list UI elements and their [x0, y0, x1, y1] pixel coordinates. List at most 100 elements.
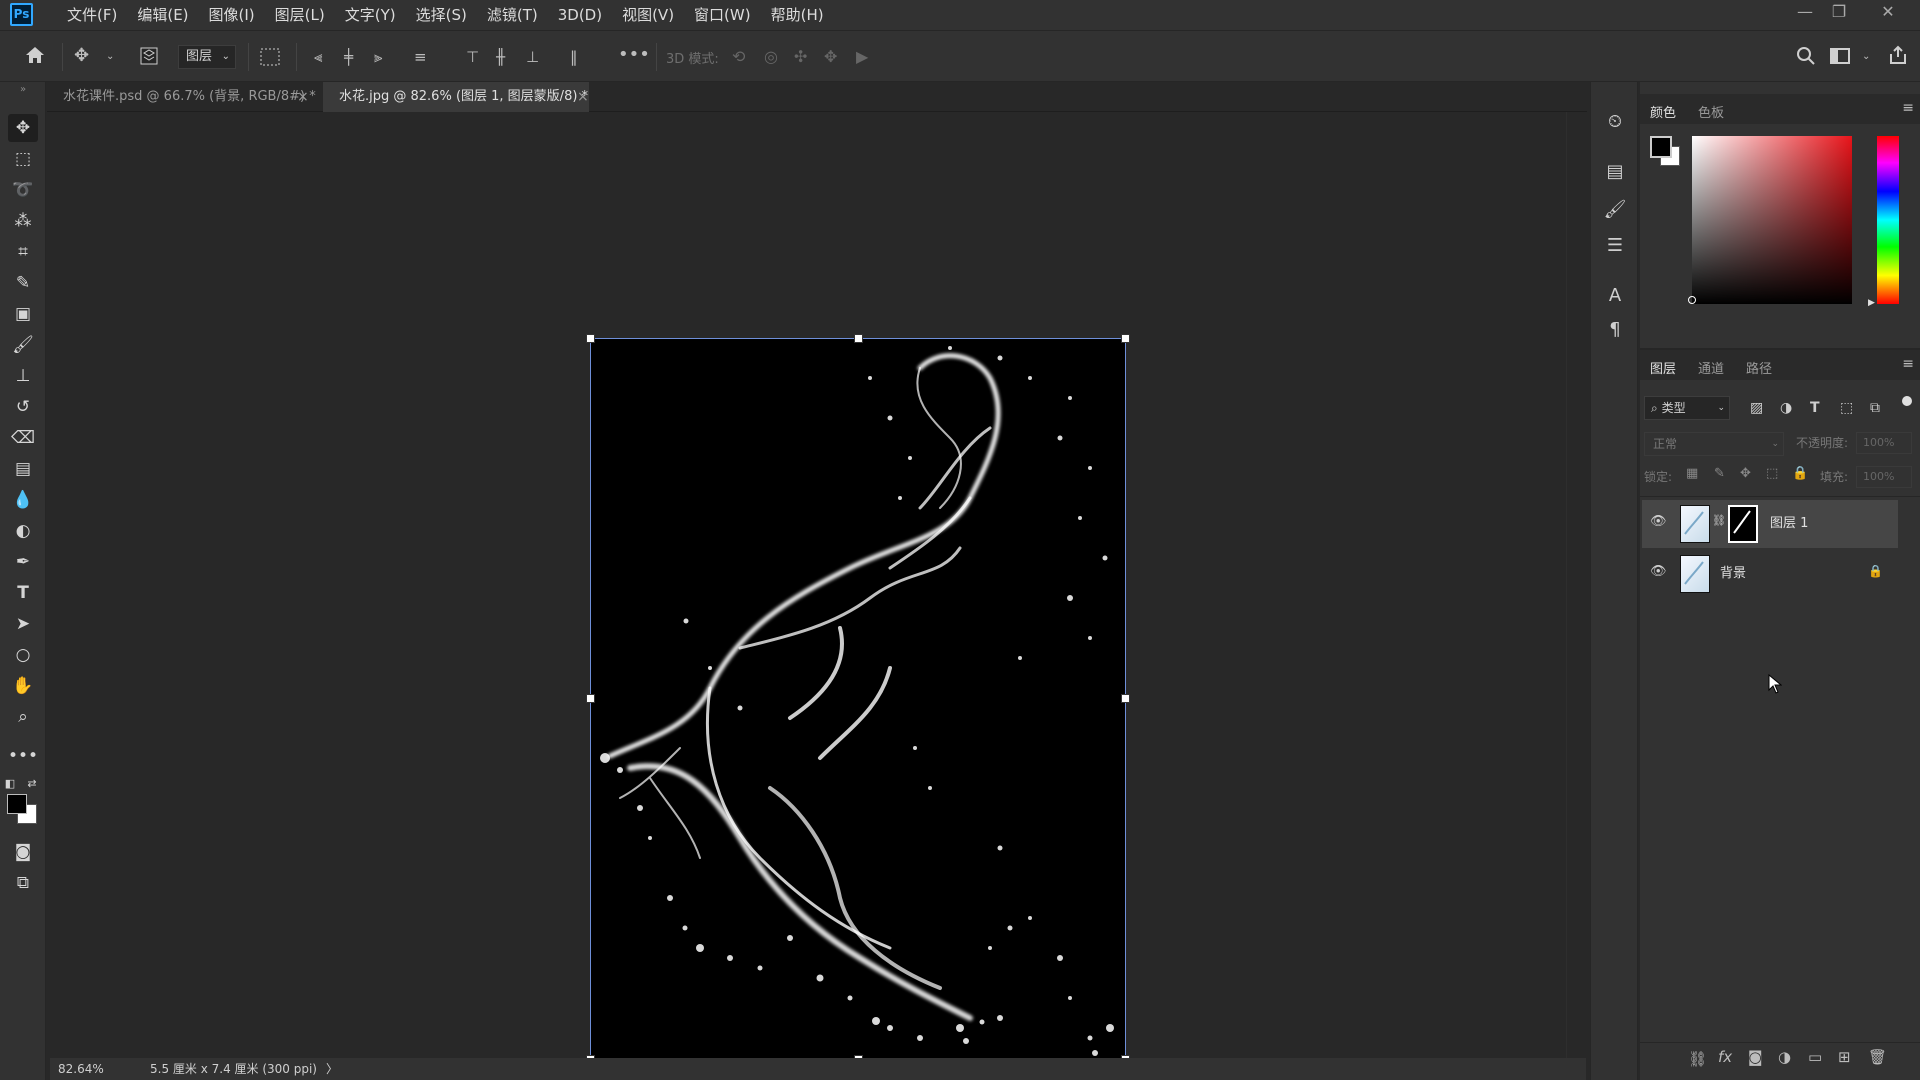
workspace-icon[interactable]: [1830, 47, 1850, 70]
transform-handle-top[interactable]: [854, 334, 863, 343]
layer-name[interactable]: 背景: [1720, 550, 1746, 598]
link-layers-icon[interactable]: ⛓: [1688, 1050, 1707, 1068]
align-bottom-icon[interactable]: ⊥: [526, 47, 539, 67]
lock-all-icon[interactable]: 🔒: [1792, 466, 1808, 481]
new-group-icon[interactable]: ▭: [1808, 1048, 1822, 1066]
filter-adjustment-icon[interactable]: ◑: [1780, 400, 1792, 416]
ellipse-tool-icon[interactable]: ○: [8, 641, 38, 669]
tab-color[interactable]: 颜色: [1650, 102, 1676, 121]
add-mask-icon[interactable]: ◙: [1748, 1048, 1763, 1066]
tab-water-course-psd[interactable]: 水花课件.psd @ 66.7% (背景, RGB/8#) *: [47, 82, 319, 112]
tab-swatches[interactable]: 色板: [1698, 102, 1724, 121]
screen-mode-icon[interactable]: ⧉: [8, 869, 38, 897]
layer-name[interactable]: 图层 1: [1770, 500, 1808, 548]
quick-mask-icon[interactable]: ◙: [8, 838, 38, 866]
orbit-3d-icon[interactable]: ⟲: [732, 47, 745, 67]
tab-paths[interactable]: 路径: [1746, 358, 1772, 377]
healing-brush-tool-icon[interactable]: ▣: [8, 300, 38, 328]
distribute-horizontal-icon[interactable]: ≡: [414, 47, 427, 67]
menu-layer[interactable]: 图层(L): [265, 0, 335, 30]
panel-menu-icon[interactable]: ≡: [1902, 356, 1914, 372]
filter-type-icon[interactable]: T: [1810, 400, 1820, 416]
distribute-vertical-icon[interactable]: ‖: [570, 47, 578, 67]
search-icon[interactable]: [1796, 46, 1816, 71]
lock-icon[interactable]: 🔒: [1868, 564, 1883, 578]
chevron-down-icon[interactable]: ⌄: [106, 47, 114, 67]
align-top-icon[interactable]: ⊤: [466, 47, 479, 67]
filter-smart-object-icon[interactable]: ⧉: [1870, 400, 1880, 416]
character-icon[interactable]: A: [1603, 284, 1627, 308]
foreground-color-swatch[interactable]: [1650, 136, 1672, 158]
close-window-icon[interactable]: ✕: [1868, 0, 1908, 26]
layer-thumbnail[interactable]: [1680, 555, 1710, 593]
more-options-icon[interactable]: •••: [618, 45, 650, 65]
opacity-input[interactable]: 100%: [1856, 432, 1912, 454]
filter-toggle[interactable]: [1902, 396, 1912, 406]
new-adjustment-layer-icon[interactable]: ◑: [1778, 1048, 1791, 1066]
collapse-icon[interactable]: »: [8, 84, 38, 96]
color-picker-field[interactable]: [1688, 136, 1852, 304]
mask-link-icon[interactable]: ⛓: [1712, 514, 1726, 527]
layer-thumbnail[interactable]: [1680, 505, 1710, 543]
tab-water-jpg[interactable]: 水花.jpg @ 82.6% (图层 1, 图层蒙版/8) *: [323, 82, 589, 112]
visibility-eye-icon[interactable]: 👁: [1650, 564, 1667, 579]
tab-channels[interactable]: 通道: [1698, 358, 1724, 377]
home-icon[interactable]: [24, 45, 46, 70]
move-tool-icon[interactable]: ✥: [8, 114, 38, 142]
brush-tool-icon[interactable]: 🖌: [8, 331, 38, 359]
zoom-tool-icon[interactable]: ⌕: [8, 703, 38, 731]
menu-file[interactable]: 文件(F): [57, 0, 127, 30]
foreground-color-swatch[interactable]: [7, 794, 27, 814]
menu-window[interactable]: 窗口(W): [684, 0, 761, 30]
type-tool-icon[interactable]: T: [8, 579, 38, 607]
lasso-tool-icon[interactable]: ➰: [8, 176, 38, 204]
tab-layers[interactable]: 图层: [1650, 358, 1676, 377]
menu-3d[interactable]: 3D(D): [548, 0, 612, 30]
magic-wand-tool-icon[interactable]: ⁂: [8, 207, 38, 235]
hue-slider[interactable]: [1877, 136, 1899, 304]
auto-select-target-dropdown[interactable]: 图层 ⌄: [178, 45, 236, 69]
path-selection-tool-icon[interactable]: ➤: [8, 610, 38, 638]
align-middle-icon[interactable]: ╫: [496, 47, 505, 67]
hue-slider-marker[interactable]: ▶: [1868, 298, 1875, 308]
chevron-down-icon[interactable]: ⌄: [1862, 47, 1870, 67]
adjustments-icon[interactable]: ☰: [1603, 234, 1627, 258]
blend-mode-dropdown[interactable]: 正常 ⌄: [1644, 432, 1784, 456]
eyedropper-tool-icon[interactable]: ✎: [8, 269, 38, 297]
color-picker-cursor[interactable]: [1688, 296, 1696, 304]
auto-select-icon[interactable]: [138, 45, 160, 72]
new-layer-icon[interactable]: ⊞: [1838, 1048, 1851, 1066]
transform-handle-top-right[interactable]: [1121, 334, 1130, 343]
brushes-icon[interactable]: 🖌: [1603, 198, 1627, 222]
edit-toolbar-icon[interactable]: •••: [8, 742, 38, 770]
close-tab-icon[interactable]: ×: [297, 82, 309, 112]
align-right-icon[interactable]: ⫸: [374, 47, 382, 67]
align-center-icon[interactable]: ╪: [344, 47, 353, 67]
transform-handle-left[interactable]: [586, 694, 595, 703]
move-tool-icon[interactable]: ✥: [74, 46, 89, 66]
eraser-tool-icon[interactable]: ⌫: [8, 424, 38, 452]
lock-image-icon[interactable]: ✎: [1714, 466, 1725, 481]
fill-input[interactable]: 100%: [1856, 466, 1912, 488]
libraries-icon[interactable]: ▤: [1603, 160, 1627, 184]
delete-layer-icon[interactable]: 🗑: [1868, 1048, 1887, 1066]
history-icon[interactable]: ⏲: [1603, 110, 1627, 134]
transform-handle-top-left[interactable]: [586, 334, 595, 343]
gradient-tool-icon[interactable]: ▤: [8, 455, 38, 483]
transform-handle-right[interactable]: [1121, 694, 1130, 703]
crop-tool-icon[interactable]: ⌗: [8, 238, 38, 266]
lock-transparent-icon[interactable]: ▦: [1686, 466, 1698, 481]
close-tab-icon[interactable]: ×: [577, 82, 589, 112]
pan-3d-icon[interactable]: ✣: [794, 47, 807, 67]
slide-3d-icon[interactable]: ✥: [824, 47, 837, 67]
dodge-tool-icon[interactable]: ◐: [8, 517, 38, 545]
roll-3d-icon[interactable]: ◎: [764, 47, 778, 67]
filter-shape-icon[interactable]: ⬚: [1840, 400, 1853, 416]
vertical-scrollbar[interactable]: [1566, 112, 1586, 1058]
show-transform-controls-icon[interactable]: [258, 46, 282, 73]
canvas-area[interactable]: [50, 114, 1566, 1064]
paragraph-icon[interactable]: ¶: [1603, 318, 1627, 342]
lock-position-icon[interactable]: ✥: [1740, 466, 1751, 481]
menu-type[interactable]: 文字(Y): [335, 0, 406, 30]
menu-image[interactable]: 图像(I): [199, 0, 265, 30]
